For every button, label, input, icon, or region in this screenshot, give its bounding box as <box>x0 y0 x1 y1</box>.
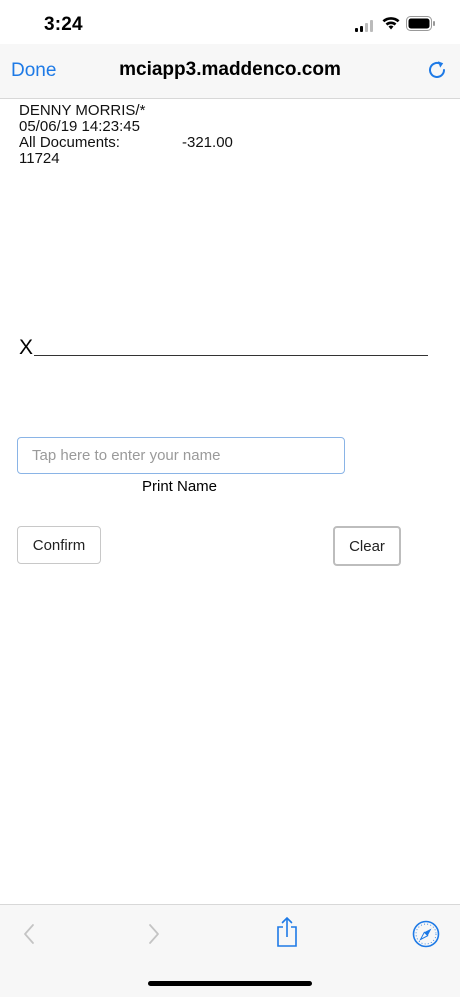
battery-icon <box>406 16 435 31</box>
clear-button[interactable]: Clear <box>333 526 401 566</box>
name-field-container <box>17 437 345 474</box>
print-name-input[interactable] <box>18 438 344 473</box>
chevron-left-icon[interactable] <box>22 922 36 946</box>
cellular-signal-icon <box>355 20 373 32</box>
amount-row: All Documents: -321.00 <box>19 135 233 151</box>
home-indicator[interactable] <box>148 981 312 986</box>
signature-line[interactable] <box>34 355 428 356</box>
page-title-url: mciapp3.maddenco.com <box>119 59 341 80</box>
print-name-label: Print Name <box>142 478 218 495</box>
document-timestamp: 05/06/19 14:23:45 <box>19 118 140 135</box>
document-number: 11724 <box>19 150 60 167</box>
customer-name: DENNY MORRIS/* <box>19 102 146 119</box>
reload-icon[interactable] <box>426 59 448 81</box>
amount-value: -321.00 <box>182 134 233 151</box>
document-info: DENNY MORRIS/* 05/06/19 14:23:45 All Doc… <box>19 103 233 167</box>
confirm-button[interactable]: Confirm <box>17 526 101 564</box>
chevron-right-icon[interactable] <box>147 922 161 946</box>
signature-x-label: X <box>19 336 34 359</box>
status-time: 3:24 <box>44 14 83 35</box>
compass-icon[interactable] <box>412 920 440 948</box>
share-icon[interactable] <box>276 916 298 948</box>
wifi-icon <box>382 17 400 30</box>
amount-label: All Documents: <box>19 134 120 151</box>
